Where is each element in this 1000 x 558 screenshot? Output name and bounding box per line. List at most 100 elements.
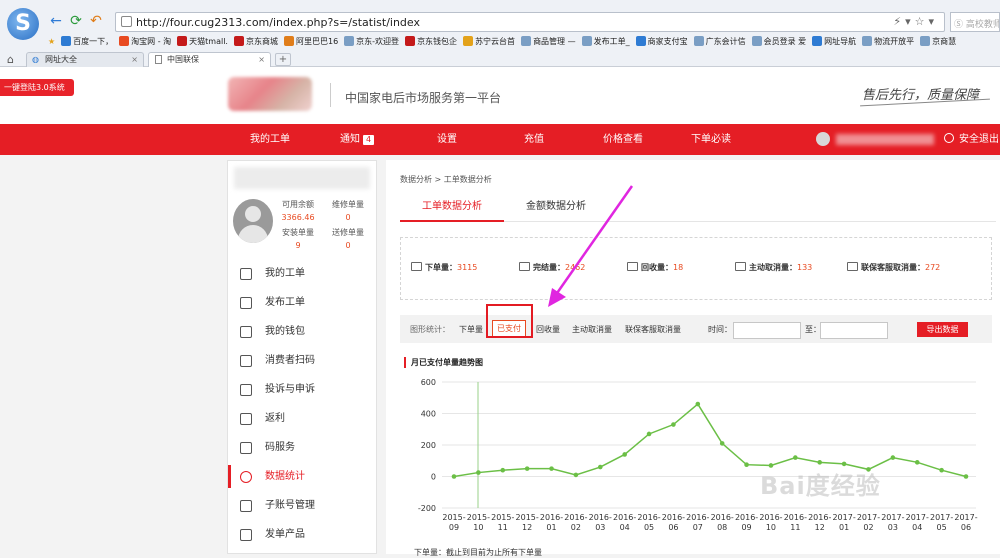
- x-tick-label: 04: [620, 523, 630, 532]
- browser-chrome: S ← ⟳ ↶ http://four.cug2313.com/index.ph…: [0, 0, 1000, 67]
- sidebar-item-2[interactable]: 我的钱包: [228, 317, 376, 346]
- sidebar-item-6[interactable]: 码服务: [228, 433, 376, 462]
- nav-must-read[interactable]: 下单必读: [691, 124, 731, 155]
- bookmark-item[interactable]: 天猫tmall.: [177, 35, 228, 49]
- browser-logo-icon[interactable]: S: [7, 8, 39, 40]
- x-tick-label: 2016-: [808, 513, 831, 522]
- sidebar-item-7[interactable]: 数据统计: [228, 462, 376, 491]
- sidebar-item-3[interactable]: 消费者扫码: [228, 346, 376, 375]
- data-point: [500, 467, 506, 473]
- bookmark-item[interactable]: 百度一下，: [61, 35, 113, 49]
- stat-value: 0: [345, 213, 351, 222]
- bookmark-item[interactable]: 京商慧: [920, 35, 956, 49]
- user-avatar[interactable]: [816, 132, 830, 146]
- undo-icon[interactable]: ↶: [88, 13, 104, 29]
- filter-service-cancelled[interactable]: 联保客服取消量: [625, 324, 681, 335]
- x-tick-label: 01: [546, 523, 556, 532]
- stat-send-repair: 送修单量 0: [328, 227, 368, 250]
- sidebar-item-4[interactable]: 投诉与申诉: [228, 375, 376, 404]
- bookmark-item[interactable]: 广东会计信: [693, 35, 746, 49]
- filter-recycled[interactable]: 回收量: [536, 324, 560, 335]
- sidebar-item-8[interactable]: 子账号管理: [228, 491, 376, 520]
- sidebar-item-9[interactable]: 发单产品: [228, 520, 376, 549]
- x-tick-label: 2016-: [564, 513, 587, 522]
- chart-title: 月已支付单量趋势图: [404, 357, 483, 368]
- sidebar-item-label: 发布工单: [265, 297, 305, 308]
- filter-orders[interactable]: 下单量: [459, 324, 483, 335]
- start-date-input[interactable]: [733, 322, 801, 339]
- brand-logo[interactable]: [228, 77, 312, 111]
- close-tab-icon[interactable]: ×: [258, 53, 265, 67]
- sidebar-item-label: 返利: [265, 413, 285, 424]
- logout-button[interactable]: 安全退出: [944, 124, 999, 155]
- bookmark-item[interactable]: 京东商城: [233, 35, 278, 49]
- bookmark-item[interactable]: 物流开放平: [862, 35, 914, 49]
- bookmark-item[interactable]: 会员登录 爱: [751, 35, 807, 49]
- tab-active[interactable]: 中国联保 ×: [148, 52, 271, 67]
- scan-icon: [240, 355, 252, 367]
- bookmark-label: 发布工单_: [593, 37, 630, 46]
- stat-label: 送修单量: [332, 228, 364, 237]
- bookmark-item[interactable]: 商品管理 —: [521, 35, 576, 49]
- bookmark-label: 网址导航: [824, 37, 857, 46]
- close-tab-icon[interactable]: ×: [131, 53, 138, 67]
- coins-icon: [240, 413, 252, 425]
- bookmark-item[interactable]: 淘宝网 - 淘: [119, 35, 171, 49]
- nav-settings[interactable]: 设置: [437, 124, 457, 155]
- onekey-login-button[interactable]: 一键登陆3.0系统: [0, 79, 74, 96]
- stat-icon: [411, 262, 422, 271]
- highlight-box: [486, 304, 533, 338]
- bookmark-icon: [463, 36, 474, 46]
- bookmark-item[interactable]: 阿里巴巴16: [283, 35, 338, 49]
- sidebar-item-0[interactable]: 我的工单: [228, 259, 376, 288]
- nav-recharge[interactable]: 充值: [524, 124, 544, 155]
- refresh-icon[interactable]: ⟳: [68, 13, 84, 29]
- sidebar-item-label: 消费者扫码: [265, 355, 315, 366]
- address-tools-icon[interactable]: ⚡▾☆▾: [893, 15, 938, 28]
- bookmark-item[interactable]: 发布工单_: [581, 35, 630, 49]
- search-placeholder: 高校教师: [965, 20, 1000, 30]
- y-tick-label: -200: [418, 504, 436, 513]
- export-button[interactable]: 导出数据: [917, 322, 968, 337]
- bookmark-label: 会员登录 爱: [763, 37, 807, 46]
- address-bar[interactable]: http://four.cug2313.com/index.php?s=/sta…: [115, 12, 945, 32]
- x-tick-label: 03: [595, 523, 605, 532]
- user-name[interactable]: [836, 134, 934, 145]
- data-point: [793, 455, 798, 460]
- sidebar-item-5[interactable]: 返利: [228, 404, 376, 433]
- tab-site-directory[interactable]: ◍ 网址大全 ×: [26, 52, 144, 67]
- filter-cancelled[interactable]: 主动取消量: [572, 324, 612, 335]
- new-tab-button[interactable]: +: [275, 53, 291, 66]
- address-url[interactable]: http://four.cug2313.com/index.php?s=/sta…: [136, 16, 420, 29]
- data-point: [524, 466, 530, 471]
- sidebar-item-label: 子账号管理: [265, 500, 315, 511]
- x-tick-label: 02: [571, 523, 581, 532]
- bookmark-label: 商家支付宝: [647, 37, 688, 46]
- stat-label: 可用余额: [282, 200, 314, 209]
- x-tick-label: 09: [449, 523, 459, 532]
- summary-value: 2462: [565, 263, 586, 272]
- bookmark-item[interactable]: 苏宁云台首: [463, 35, 515, 49]
- y-tick-label: 600: [421, 378, 436, 387]
- nav-notifications-label: 通知: [340, 134, 360, 145]
- x-tick-label: 07: [693, 523, 703, 532]
- end-date-input[interactable]: [820, 322, 888, 339]
- sidebar-item-1[interactable]: 发布工单: [228, 288, 376, 317]
- tab-label: 网址大全: [45, 55, 77, 64]
- sidebar-item-label: 发单产品: [265, 529, 305, 540]
- bookmark-item[interactable]: 商家支付宝: [635, 35, 688, 49]
- tab-amount-analysis[interactable]: 金额数据分析: [504, 192, 608, 222]
- nav-my-orders[interactable]: 我的工单: [250, 124, 290, 155]
- home-icon[interactable]: ⌂: [7, 53, 14, 66]
- search-input[interactable]: Ⓢ 高校教师: [950, 12, 1000, 32]
- back-arrow-icon[interactable]: ←: [48, 13, 64, 29]
- bookmark-item[interactable]: 网址导航: [812, 35, 856, 49]
- nav-notifications[interactable]: 通知 4: [340, 124, 375, 155]
- bookmark-item[interactable]: 京东钱包企: [405, 35, 457, 49]
- nav-price[interactable]: 价格查看: [603, 124, 643, 155]
- star-icon[interactable]: ★: [48, 35, 55, 49]
- tab-order-analysis[interactable]: 工单数据分析: [400, 192, 504, 222]
- bookmark-label: 淘宝网 - 淘: [131, 37, 172, 46]
- bookmark-item[interactable]: 京东-欢迎登: [344, 35, 399, 49]
- x-tick-label: 11: [790, 523, 800, 532]
